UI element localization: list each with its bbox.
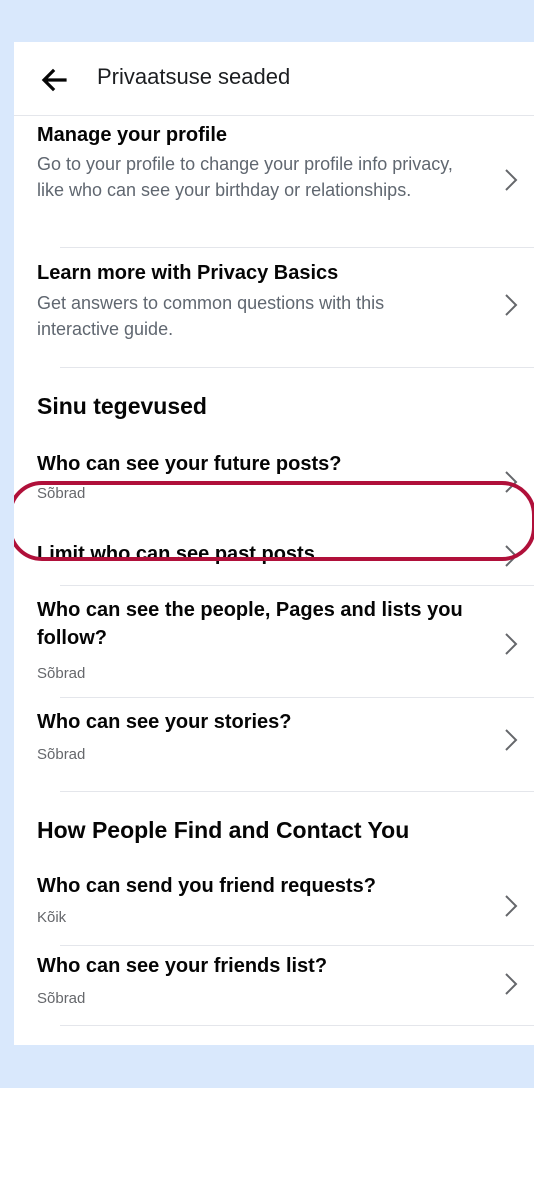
row-value: Sõbrad xyxy=(37,485,86,502)
row-description: Go to your profile to change your profil… xyxy=(37,154,453,200)
page-title: Privaatsuse seaded xyxy=(97,64,291,89)
chevron-right-icon xyxy=(505,169,518,191)
future-posts-row[interactable]: Who can see your future posts? Sõbrad xyxy=(14,442,534,524)
divider xyxy=(60,791,534,792)
row-value: Sõbrad xyxy=(37,746,86,763)
divider xyxy=(60,1025,534,1026)
row-value: Sõbrad xyxy=(37,665,86,682)
row-description: Get answers to common questions with thi… xyxy=(37,293,385,339)
stories-row[interactable]: Who can see your stories? Sõbrad xyxy=(14,698,534,792)
row-value: Kõik xyxy=(37,909,67,926)
row-title: Who can see the people, Pages and lists … xyxy=(37,599,463,649)
arrow-left-icon[interactable] xyxy=(40,66,68,94)
privacy-settings-screen: Privaatsuse seaded Manage your profile G… xyxy=(14,42,534,1045)
chevron-right-icon xyxy=(505,729,518,751)
chevron-right-icon xyxy=(505,294,518,316)
row-title: Who can send you friend requests? xyxy=(37,875,376,897)
manage-profile-row[interactable]: Manage your profile Go to your profile t… xyxy=(14,116,534,248)
row-value: Sõbrad xyxy=(37,990,86,1007)
chevron-right-icon xyxy=(505,471,518,493)
chevron-right-icon xyxy=(505,545,518,567)
top-app-bar: Privaatsuse seaded xyxy=(14,42,534,116)
row-title: Learn more with Privacy Basics xyxy=(37,262,339,284)
row-title: Who can see your stories? xyxy=(37,711,292,733)
privacy-basics-row[interactable]: Learn more with Privacy Basics Get answe… xyxy=(14,248,534,368)
past-posts-row[interactable]: Limit who can see past posts xyxy=(14,524,534,586)
row-title: Manage your profile xyxy=(37,124,228,146)
following-visibility-row[interactable]: Who can see the people, Pages and lists … xyxy=(14,586,534,698)
chevron-right-icon xyxy=(505,895,518,917)
row-title: Who can see your friends list? xyxy=(37,955,328,977)
friend-requests-row[interactable]: Who can send you friend requests? Kõik xyxy=(14,864,534,946)
row-title: Limit who can see past posts xyxy=(37,543,315,565)
friends-list-row[interactable]: Who can see your friends list? Sõbrad xyxy=(14,946,534,1026)
section-title-activity: Sinu tegevused xyxy=(37,393,207,419)
row-title: Who can see your future posts? xyxy=(37,453,342,475)
section-title-find-contact: How People Find and Contact You xyxy=(37,817,410,843)
chevron-right-icon xyxy=(505,633,518,655)
divider xyxy=(60,367,534,368)
chevron-right-icon xyxy=(505,973,518,995)
